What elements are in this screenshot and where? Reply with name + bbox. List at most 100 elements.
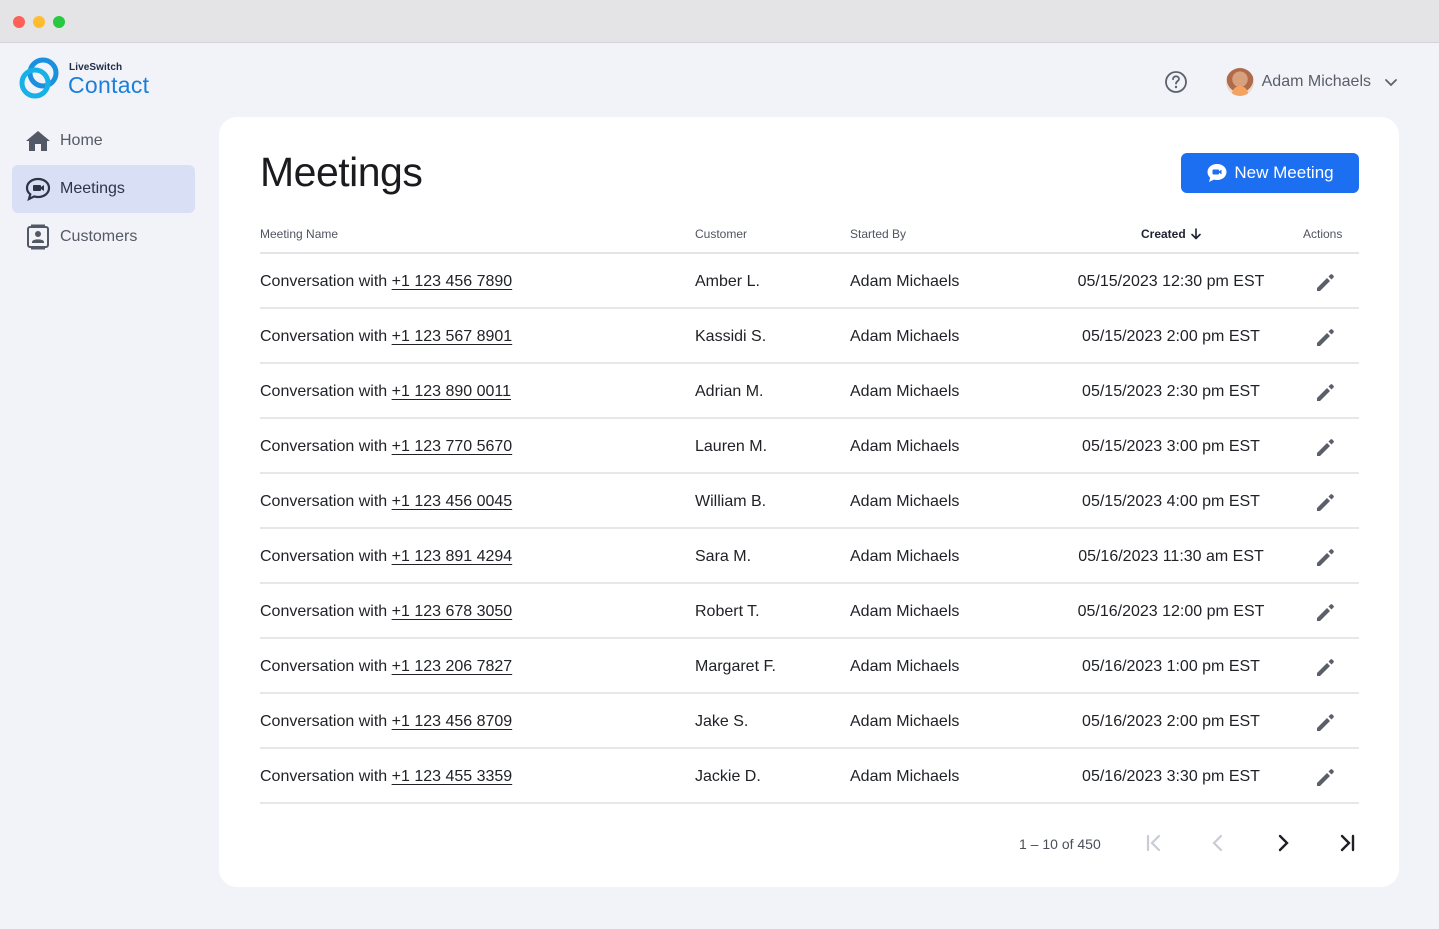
pencil-edit-icon[interactable] xyxy=(1314,767,1336,789)
column-header-created[interactable]: Created xyxy=(1141,227,1202,241)
table-row[interactable]: Conversation with +1 123 891 4294 Sara M.… xyxy=(260,529,1359,584)
started-by-cell: Adam Michaels xyxy=(850,713,960,730)
customer-cell: Margaret F. xyxy=(695,658,776,675)
started-by-cell: Adam Michaels xyxy=(850,548,960,565)
table-row[interactable]: Conversation with +1 123 206 7827 Margare… xyxy=(260,639,1359,694)
meeting-name-prefix: Conversation with xyxy=(260,658,392,675)
app-logo[interactable]: LiveSwitch Contact xyxy=(18,56,168,100)
customer-cell: Sara M. xyxy=(695,548,752,565)
help-circle-icon[interactable] xyxy=(1164,70,1188,94)
new-meeting-button[interactable]: New Meeting xyxy=(1181,153,1359,193)
phone-link[interactable]: +1 123 891 4294 xyxy=(392,548,513,565)
meetings-table: Meeting Name Customer Started By Created… xyxy=(260,217,1359,804)
table-row[interactable]: Conversation with +1 123 890 0011 Adrian … xyxy=(260,364,1359,419)
pencil-edit-icon[interactable] xyxy=(1314,602,1336,624)
first-page-icon xyxy=(1146,834,1161,852)
meeting-name-prefix: Conversation with xyxy=(260,383,392,400)
created-cell: 05/15/2023 2:00 pm EST xyxy=(1082,328,1260,345)
column-header-customer[interactable]: Customer xyxy=(695,227,747,241)
table-row[interactable]: Conversation with +1 123 567 8901 Kassidi… xyxy=(260,309,1359,364)
created-cell: 05/16/2023 1:00 pm EST xyxy=(1082,658,1260,675)
meeting-name-prefix: Conversation with xyxy=(260,493,392,510)
table-body: Conversation with +1 123 456 7890 Amber L… xyxy=(260,254,1359,804)
pencil-edit-icon[interactable] xyxy=(1314,272,1336,294)
sidebar-item-meetings[interactable]: Meetings xyxy=(12,165,195,213)
pencil-edit-icon[interactable] xyxy=(1314,382,1336,404)
table-row[interactable]: Conversation with +1 123 456 8709 Jake S.… xyxy=(260,694,1359,749)
phone-link[interactable]: +1 123 456 0045 xyxy=(392,493,513,510)
last-page-icon xyxy=(1340,834,1355,852)
column-header-started-by[interactable]: Started By xyxy=(850,227,906,241)
sidebar-item-label: Home xyxy=(60,132,103,149)
phone-link[interactable]: +1 123 678 3050 xyxy=(392,603,513,620)
pencil-edit-icon[interactable] xyxy=(1314,437,1336,459)
meeting-name-cell: Conversation with +1 123 455 3359 xyxy=(260,768,512,786)
column-header-created-label: Created xyxy=(1141,227,1186,241)
new-meeting-label: New Meeting xyxy=(1234,163,1334,182)
phone-link[interactable]: +1 123 770 5670 xyxy=(392,438,513,455)
started-by-cell: Adam Michaels xyxy=(850,438,960,455)
minimize-window-button[interactable] xyxy=(33,16,45,28)
meeting-name-prefix: Conversation with xyxy=(260,768,392,785)
close-window-button[interactable] xyxy=(13,16,25,28)
contact-card-icon xyxy=(24,223,52,251)
avatar[interactable] xyxy=(1225,68,1254,96)
phone-link[interactable]: +1 123 455 3359 xyxy=(392,768,513,785)
created-cell: 05/15/2023 2:30 pm EST xyxy=(1082,383,1260,400)
started-by-cell: Adam Michaels xyxy=(850,273,960,290)
maximize-window-button[interactable] xyxy=(53,16,65,28)
table-row[interactable]: Conversation with +1 123 456 0045 William… xyxy=(260,474,1359,529)
phone-link[interactable]: +1 123 206 7827 xyxy=(392,658,513,675)
created-cell: 05/16/2023 2:00 pm EST xyxy=(1082,713,1260,730)
phone-link[interactable]: +1 123 567 8901 xyxy=(392,328,513,345)
pagination-range: 1 – 10 of 450 xyxy=(1019,836,1101,852)
liveswitch-logo-icon xyxy=(19,57,59,99)
meeting-name-prefix: Conversation with xyxy=(260,328,392,345)
table-row[interactable]: Conversation with +1 123 455 3359 Jackie … xyxy=(260,749,1359,804)
home-icon xyxy=(24,127,52,155)
meeting-name-prefix: Conversation with xyxy=(260,438,392,455)
customer-cell: Amber L. xyxy=(695,273,760,290)
pencil-edit-icon[interactable] xyxy=(1314,547,1336,569)
started-by-cell: Adam Michaels xyxy=(850,493,960,510)
table-row[interactable]: Conversation with +1 123 678 3050 Robert … xyxy=(260,584,1359,639)
pencil-edit-icon[interactable] xyxy=(1314,327,1336,349)
meeting-name-prefix: Conversation with xyxy=(260,603,392,620)
table-row[interactable]: Conversation with +1 123 456 7890 Amber L… xyxy=(260,254,1359,309)
customer-cell: Kassidi S. xyxy=(695,328,767,345)
created-cell: 05/15/2023 3:00 pm EST xyxy=(1082,438,1260,455)
pagination: 1 – 10 of 450 xyxy=(219,817,1399,867)
started-by-cell: Adam Michaels xyxy=(850,383,960,400)
customer-cell: Lauren M. xyxy=(695,438,768,455)
arrow-down-icon xyxy=(1190,228,1201,240)
column-header-meeting-name[interactable]: Meeting Name xyxy=(260,227,338,241)
sidebar-item-customers[interactable]: Customers xyxy=(12,213,195,261)
chevron-down-icon[interactable] xyxy=(1383,74,1399,90)
last-page-button[interactable] xyxy=(1335,831,1359,855)
pencil-edit-icon[interactable] xyxy=(1314,712,1336,734)
next-page-button[interactable] xyxy=(1271,831,1295,855)
meeting-name-prefix: Conversation with xyxy=(260,713,392,730)
first-page-button[interactable] xyxy=(1142,831,1166,855)
phone-link[interactable]: +1 123 456 8709 xyxy=(392,713,513,730)
sidebar-item-home[interactable]: Home xyxy=(12,117,195,165)
meeting-name-cell: Conversation with +1 123 206 7827 xyxy=(260,658,512,676)
phone-link[interactable]: +1 123 456 7890 xyxy=(392,273,513,290)
started-by-cell: Adam Michaels xyxy=(850,768,960,785)
started-by-cell: Adam Michaels xyxy=(850,658,960,675)
chevron-right-icon xyxy=(1278,834,1289,852)
phone-link[interactable]: +1 123 890 0011 xyxy=(392,383,511,400)
meeting-name-cell: Conversation with +1 123 890 0011 xyxy=(260,383,511,401)
video-chat-icon xyxy=(24,175,52,203)
previous-page-button[interactable] xyxy=(1206,831,1230,855)
column-header-actions: Actions xyxy=(1303,227,1343,241)
started-by-cell: Adam Michaels xyxy=(850,603,960,620)
pencil-edit-icon[interactable] xyxy=(1314,657,1336,679)
pencil-edit-icon[interactable] xyxy=(1314,492,1336,514)
brand-product-name: Contact xyxy=(68,72,150,98)
created-cell: 05/16/2023 3:30 pm EST xyxy=(1082,768,1260,785)
customer-cell: Jake S. xyxy=(695,713,749,730)
user-name[interactable]: Adam Michaels xyxy=(1262,73,1371,91)
page-title: Meetings xyxy=(260,149,423,195)
table-row[interactable]: Conversation with +1 123 770 5670 Lauren … xyxy=(260,419,1359,474)
